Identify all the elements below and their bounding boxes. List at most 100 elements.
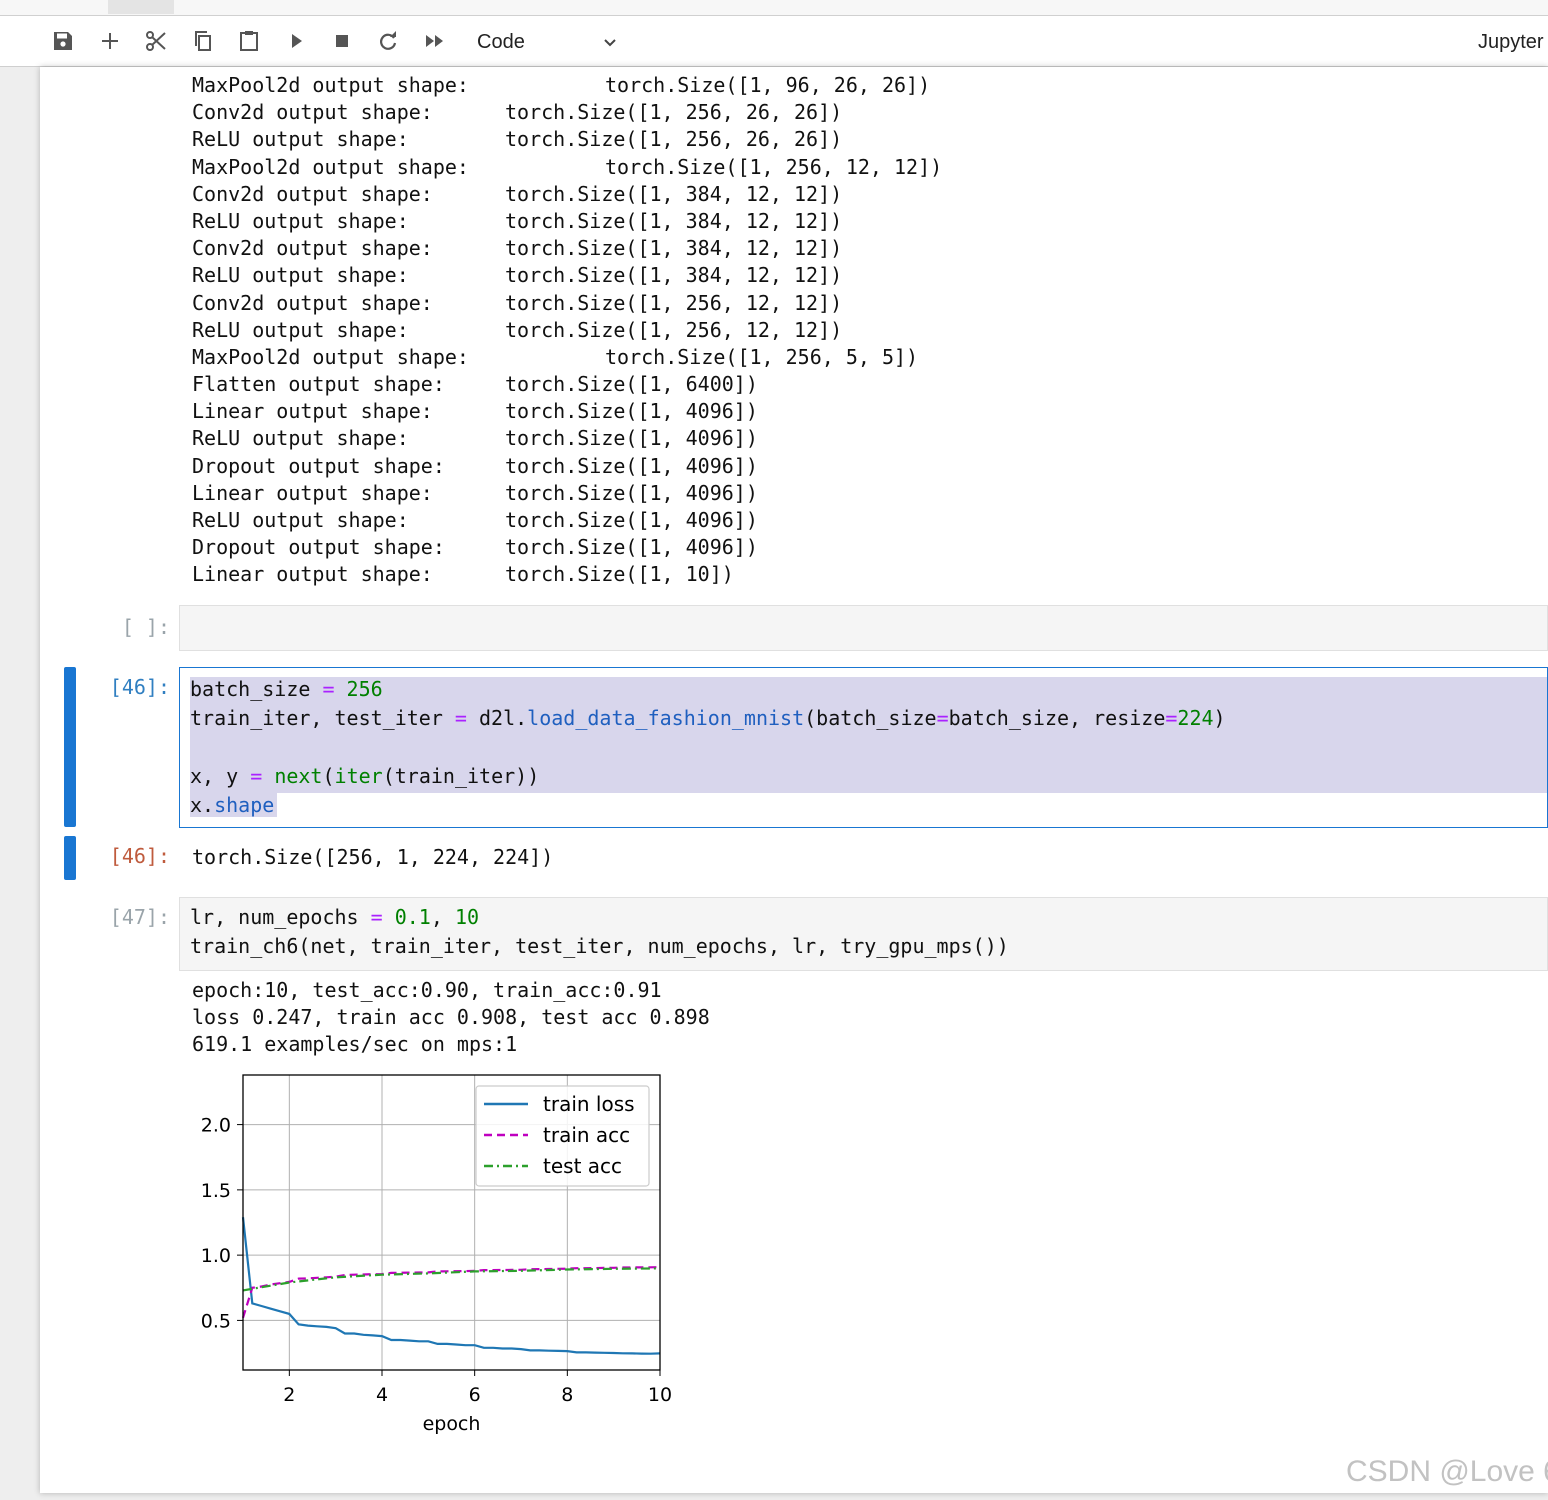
- cell-output-shapes: MaxPool2d output shape: torch.Size([1, 96…: [192, 72, 942, 589]
- tensor-shape: torch.Size([1, 4096]): [505, 535, 758, 560]
- y-tick-label: 1.5: [201, 1180, 231, 1202]
- output-shape-row: MaxPool2d output shape: torch.Size([1, 96…: [192, 72, 930, 99]
- fast-forward-icon[interactable]: [420, 26, 450, 56]
- tensor-shape: torch.Size([1, 256, 26, 26]): [505, 100, 843, 125]
- code-cell-editor[interactable]: lr, num_epochs = 0.1, 10 train_ch6(net, …: [179, 897, 1548, 971]
- layer-label: MaxPool2d output shape:: [192, 73, 469, 97]
- save-icon[interactable]: [48, 26, 78, 56]
- tensor-shape: torch.Size([1, 4096]): [505, 453, 758, 478]
- paste-icon[interactable]: [234, 26, 264, 56]
- layer-label: Conv2d output shape:: [192, 100, 433, 125]
- layer-label: Conv2d output shape:: [192, 290, 433, 315]
- notebook-toolbar: Code Jupyter: [0, 16, 1548, 67]
- stop-icon[interactable]: [327, 26, 357, 56]
- code-line: x.shape: [190, 793, 275, 817]
- code-line: lr, num_epochs = 0.1, 10: [190, 905, 480, 929]
- layer-label: Conv2d output shape:: [192, 181, 433, 206]
- output-shape-row: Linear output shape: torch.Size([1, 4096]…: [192, 480, 758, 507]
- output-prompt: [46]:: [109, 844, 170, 868]
- output-shape-row: Conv2d output shape: torch.Size([1, 256, …: [192, 99, 842, 126]
- tensor-shape: torch.Size([1, 6400]): [505, 372, 758, 397]
- legend-label: train acc: [543, 1123, 630, 1147]
- output-shape-row: Flatten output shape: torch.Size([1, 6400…: [192, 371, 758, 398]
- y-tick-label: 2.0: [201, 1115, 231, 1137]
- restart-icon[interactable]: [373, 26, 403, 56]
- stdout-line: 619.1 examples/sec on mps:1: [192, 1032, 518, 1056]
- cell-type-select[interactable]: Code: [468, 28, 625, 56]
- output-shape-row: ReLU output shape: torch.Size([1, 384, 12…: [192, 208, 842, 235]
- output-shape-row: Conv2d output shape: torch.Size([1, 256, …: [192, 290, 842, 317]
- code-line: train_iter, test_iter = d2l.load_data_fa…: [190, 706, 1226, 730]
- tensor-shape: torch.Size([1, 256, 12, 12]): [505, 290, 843, 315]
- stdout-line: loss 0.247, train acc 0.908, test acc 0.…: [192, 1005, 710, 1029]
- tensor-shape: torch.Size([1, 96, 26, 26]): [605, 73, 931, 97]
- layer-label: MaxPool2d output shape:: [192, 344, 469, 369]
- y-tick-label: 1.0: [201, 1245, 231, 1267]
- layer-label: Linear output shape:: [192, 480, 433, 505]
- layer-label: Dropout output shape:: [192, 535, 445, 560]
- layer-label: Flatten output shape:: [192, 372, 445, 397]
- selected-tab[interactable]: [108, 0, 174, 14]
- copy-icon[interactable]: [188, 26, 218, 56]
- layer-label: ReLU output shape:: [192, 127, 409, 152]
- output-shape-row: MaxPool2d output shape: torch.Size([1, 25…: [192, 154, 942, 181]
- layer-label: ReLU output shape:: [192, 263, 409, 288]
- tensor-shape: torch.Size([1, 256, 26, 26]): [505, 127, 843, 152]
- tensor-shape: torch.Size([1, 4096]): [505, 508, 758, 532]
- cut-icon[interactable]: [141, 26, 171, 56]
- output-shape-row: ReLU output shape: torch.Size([1, 256, 12…: [192, 317, 842, 344]
- tensor-shape: torch.Size([1, 384, 12, 12]): [505, 181, 843, 206]
- x-tick-label: 4: [376, 1384, 388, 1406]
- tensor-shape: torch.Size([1, 256, 12, 12]): [605, 154, 943, 179]
- cell-type-value: Code: [477, 31, 525, 53]
- run-icon[interactable]: [281, 26, 311, 56]
- layer-label: Linear output shape:: [192, 562, 433, 587]
- code-line: batch_size = 256: [190, 677, 383, 701]
- tensor-shape: torch.Size([1, 384, 12, 12]): [505, 208, 843, 233]
- output-shape-row: ReLU output shape: torch.Size([1, 256, 26…: [192, 126, 842, 153]
- legend-label: train loss: [543, 1092, 635, 1116]
- layer-label: ReLU output shape:: [192, 508, 409, 532]
- output-shape-row: Conv2d output shape: torch.Size([1, 384, …: [192, 181, 842, 208]
- tensor-shape: torch.Size([1, 384, 12, 12]): [505, 236, 843, 261]
- series-line-train-acc: [241, 1266, 661, 1319]
- x-tick-label: 6: [469, 1384, 481, 1406]
- watermark: CSDN @Love 6: [1346, 1455, 1548, 1488]
- layer-label: Conv2d output shape:: [192, 236, 433, 261]
- cell-prompt: [47]:: [109, 905, 170, 929]
- chevron-down-icon: [604, 39, 616, 47]
- tensor-shape: torch.Size([1, 10]): [505, 562, 734, 587]
- cell-output-text: torch.Size([256, 1, 224, 224]): [192, 845, 554, 869]
- output-shape-row: ReLU output shape: torch.Size([1, 384, 12…: [192, 262, 842, 289]
- tensor-shape: torch.Size([1, 4096]): [505, 426, 758, 451]
- empty-code-cell[interactable]: [179, 605, 1548, 651]
- output-shape-row: Linear output shape: torch.Size([1, 10]): [192, 561, 734, 588]
- chart-svg: 2 4 6 8 10 0.5 1.0 1.5 2.0 epoch train loss train a…: [201, 1074, 672, 1435]
- layer-label: Linear output shape:: [192, 399, 433, 424]
- output-shape-row: Linear output shape: torch.Size([1, 4096]…: [192, 398, 758, 425]
- series-line-train-loss: [241, 1217, 661, 1355]
- kernel-name[interactable]: Jupyter: [1478, 28, 1544, 56]
- notebook-panel: MaxPool2d output shape: torch.Size([1, 96…: [40, 67, 1548, 1493]
- stdout-line: epoch:10, test_acc:0.90, train_acc:0.91: [192, 978, 662, 1002]
- tensor-shape: torch.Size([1, 384, 12, 12]): [505, 263, 843, 288]
- output-shape-row: ReLU output shape: torch.Size([1, 4096]): [192, 425, 758, 452]
- code-line: x, y = next(iter(train_iter)): [190, 764, 540, 788]
- tensor-shape: torch.Size([1, 4096]): [505, 480, 758, 505]
- tensor-shape: torch.Size([1, 256, 12, 12]): [505, 317, 843, 342]
- output-shape-row: Conv2d output shape: torch.Size([1, 384, …: [192, 235, 842, 262]
- layer-label: Dropout output shape:: [192, 453, 445, 478]
- tensor-shape: torch.Size([1, 4096]): [505, 399, 758, 424]
- legend-label: test acc: [543, 1154, 622, 1178]
- training-chart: 2 4 6 8 10 0.5 1.0 1.5 2.0 epoch train loss train a…: [180, 1063, 700, 1448]
- output-shape-row: Dropout output shape: torch.Size([1, 4096…: [192, 453, 758, 480]
- cell-prompt: [46]:: [109, 675, 170, 699]
- y-tick-label: 0.5: [201, 1310, 231, 1332]
- code-cell-editor[interactable]: batch_size = 256 train_iter, test_iter =…: [179, 667, 1548, 828]
- output-shape-row: ReLU output shape: torch.Size([1, 4096]): [192, 507, 758, 534]
- layer-label: ReLU output shape:: [192, 426, 409, 451]
- cell-prompt: [ ]:: [121, 615, 170, 639]
- x-tick-label: 2: [283, 1384, 295, 1406]
- add-cell-icon[interactable]: [95, 26, 125, 56]
- code-line: train_ch6(net, train_iter, test_iter, nu…: [190, 934, 1009, 958]
